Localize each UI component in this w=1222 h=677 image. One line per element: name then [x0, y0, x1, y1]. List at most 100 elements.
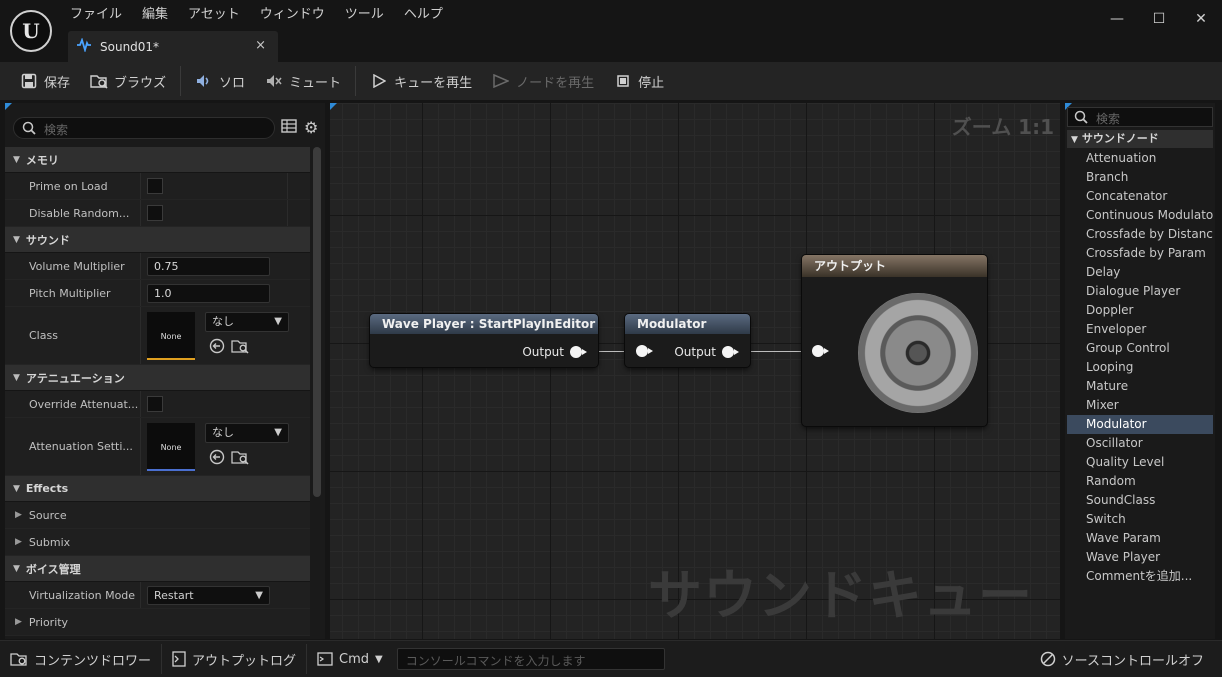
output-log-icon [172, 651, 186, 667]
palette-item[interactable]: Continuous Modulator [1067, 206, 1213, 225]
node-output[interactable]: アウトプット [802, 255, 987, 426]
palette-item[interactable]: Wave Player [1067, 548, 1213, 567]
palette-item[interactable]: Oscillator [1067, 434, 1213, 453]
palette-item[interactable]: Crossfade by Distance [1067, 225, 1213, 244]
palette-item[interactable]: Crossfade by Param [1067, 244, 1213, 263]
menu-window[interactable]: ウィンドウ [250, 4, 335, 26]
save-icon [20, 72, 38, 90]
details-scrollbar[interactable] [313, 147, 321, 497]
browse-button[interactable]: ブラウズ [80, 67, 176, 95]
palette-item[interactable]: Attenuation [1067, 149, 1213, 168]
sound-cue-icon [76, 37, 92, 55]
node-wave-player[interactable]: Wave Player : StartPlayInEditor Output [370, 314, 598, 367]
browse-asset-icon[interactable] [231, 338, 249, 357]
override-attenuation-checkbox[interactable] [147, 396, 163, 412]
palette-item[interactable]: Branch [1067, 168, 1213, 187]
sound-cue-graph[interactable]: ズーム 1:1 サウンドキュー Wave Player : StartPlayI… [330, 103, 1060, 639]
palette-item[interactable]: Random [1067, 472, 1213, 491]
play-cue-button[interactable]: キューを再生 [360, 67, 482, 95]
palette-item[interactable]: Doppler [1067, 301, 1213, 320]
menu-tools[interactable]: ツール [335, 4, 394, 26]
menu-asset[interactable]: アセット [178, 4, 250, 26]
minimize-button[interactable]: — [1096, 4, 1138, 34]
volume-multiplier-field[interactable]: 0.75 [147, 257, 270, 276]
input-pin-icon[interactable] [812, 345, 829, 357]
prime-on-load-checkbox[interactable] [147, 178, 163, 194]
palette-item[interactable]: Dialogue Player [1067, 282, 1213, 301]
subsection-submix[interactable]: ▶ Submix [5, 529, 310, 556]
disable-random-checkbox[interactable] [147, 205, 163, 221]
output-pin-icon[interactable] [570, 346, 587, 358]
property-virtualization-mode: Virtualization Mode Restart ▼ [5, 582, 310, 609]
output-pin-row[interactable]: Output [522, 345, 587, 359]
play-node-button[interactable]: ノードを再生 [482, 67, 604, 95]
console-command-input[interactable]: コンソールコマンドを入力します [396, 648, 665, 670]
menu-help[interactable]: ヘルプ [394, 4, 453, 26]
use-selected-icon[interactable] [209, 449, 225, 468]
palette-item[interactable]: Wave Param [1067, 529, 1213, 548]
section-memory[interactable]: ▼ メモリ [5, 147, 310, 173]
property-class: Class None なし ▼ [5, 307, 310, 365]
node-modulator[interactable]: Modulator Output [625, 314, 750, 367]
menu-file[interactable]: ファイル [60, 4, 132, 26]
content-drawer-button[interactable]: コンテンツドロワー [0, 644, 161, 674]
chevron-down-icon: ▼ [375, 653, 383, 665]
close-window-button[interactable]: ✕ [1180, 4, 1222, 34]
property-label: Override Attenuat... [29, 397, 139, 411]
expand-arrow-icon: ▶ [15, 537, 22, 547]
solo-button[interactable]: ソロ [185, 67, 255, 95]
palette-category-sound-nodes[interactable]: ▼ サウンドノード [1067, 130, 1213, 148]
section-effects[interactable]: ▼ Effects [5, 476, 310, 502]
palette-item[interactable]: Modulator [1067, 415, 1213, 434]
palette-item[interactable]: Commentを追加... [1067, 567, 1213, 586]
section-voice-management[interactable]: ▼ ボイス管理 [5, 556, 310, 582]
attenuation-asset-combo[interactable]: なし ▼ [205, 423, 289, 443]
property-value: Restart ▼ [140, 582, 310, 608]
palette-item[interactable]: Looping [1067, 358, 1213, 377]
palette-item[interactable]: Concatenator [1067, 187, 1213, 206]
stop-button[interactable]: 停止 [604, 67, 674, 95]
palette-search-input[interactable]: 検索 [1067, 107, 1213, 127]
input-pin-row[interactable] [636, 345, 653, 357]
cmd-selector[interactable]: Cmd ▼ [307, 644, 393, 674]
subsection-priority[interactable]: ▶ Priority [5, 609, 310, 636]
tab-close-icon[interactable]: × [255, 38, 266, 53]
palette-item[interactable]: Group Control [1067, 339, 1213, 358]
output-pin-row[interactable]: Output [674, 345, 739, 359]
pitch-multiplier-field[interactable]: 1.0 [147, 284, 270, 303]
save-button[interactable]: 保存 [10, 67, 80, 95]
output-pin-icon[interactable] [722, 346, 739, 358]
palette-panel: 検索 ▼ サウンドノード Attenuation Branch Concatenato… [1065, 103, 1215, 639]
output-log-button[interactable]: アウトプットログ [162, 644, 306, 674]
class-asset-combo[interactable]: なし ▼ [205, 312, 289, 332]
content-drawer-icon [10, 651, 28, 667]
attenuation-asset-thumbnail[interactable]: None [147, 423, 195, 471]
section-attenuation[interactable]: ▼ アテニュエーション [5, 365, 310, 391]
palette-item[interactable]: Quality Level [1067, 453, 1213, 472]
section-sound[interactable]: ▼ サウンド [5, 227, 310, 253]
palette-item[interactable]: Enveloper [1067, 320, 1213, 339]
palette-item[interactable]: Delay [1067, 263, 1213, 282]
menu-edit[interactable]: 編集 [132, 4, 178, 26]
mute-button[interactable]: ミュート [255, 67, 351, 95]
input-pin-row[interactable] [812, 345, 829, 357]
browse-asset-icon[interactable] [231, 449, 249, 468]
window-controls: — ☐ ✕ [1096, 4, 1222, 34]
palette-item[interactable]: Switch [1067, 510, 1213, 529]
class-asset-thumbnail[interactable]: None [147, 312, 195, 360]
collapse-arrow-icon: ▼ [13, 563, 20, 574]
gear-icon[interactable]: ⚙ [304, 118, 318, 137]
palette-item[interactable]: SoundClass [1067, 491, 1213, 510]
document-tab[interactable]: Sound01* × [68, 31, 278, 62]
palette-item[interactable]: Mature [1067, 377, 1213, 396]
palette-item[interactable]: Mixer [1067, 396, 1213, 415]
details-search-input[interactable]: 検索 [13, 117, 275, 139]
use-selected-icon[interactable] [209, 338, 225, 357]
maximize-button[interactable]: ☐ [1138, 4, 1180, 34]
input-pin-icon[interactable] [636, 345, 653, 357]
source-control-button[interactable]: ソースコントロールオフ [1030, 644, 1214, 674]
property-divider [287, 200, 288, 226]
subsection-source[interactable]: ▶ Source [5, 502, 310, 529]
virtualization-mode-select[interactable]: Restart ▼ [147, 586, 270, 605]
property-matrix-icon[interactable] [281, 119, 297, 136]
